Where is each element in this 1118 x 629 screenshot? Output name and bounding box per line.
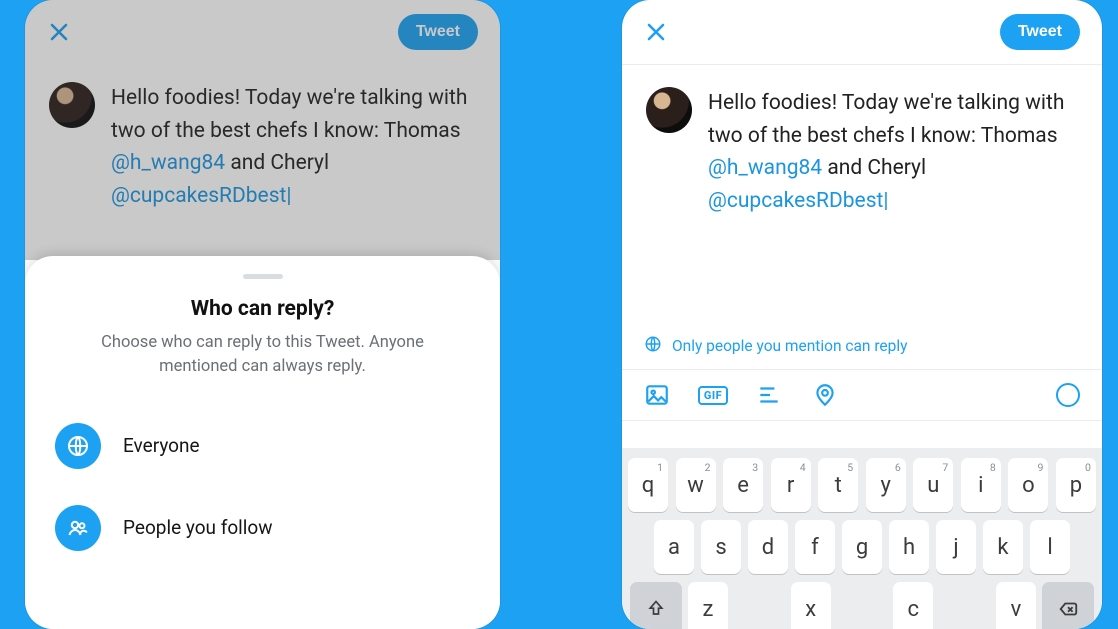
globe-icon — [644, 335, 662, 357]
compose-text-seg1: Hello foodies! Today we're talking with … — [111, 86, 467, 143]
poll-icon[interactable] — [756, 382, 782, 408]
close-icon[interactable] — [47, 20, 71, 44]
compose-text[interactable]: Hello foodies! Today we're talking with … — [708, 87, 1078, 217]
mention-cupcakes[interactable]: @cupcakesRDbest — [708, 189, 883, 213]
header: Tweet — [25, 0, 500, 60]
mention-h-wang[interactable]: @h_wang84 — [708, 156, 822, 180]
key-hint: 9 — [1037, 461, 1043, 474]
reply-sheet: Who can reply? Choose who can reply to t… — [25, 256, 500, 629]
key-u[interactable]: u7 — [913, 458, 953, 512]
sheet-title: Who can reply? — [49, 297, 476, 321]
key-a[interactable]: a — [654, 520, 694, 574]
text-cursor: | — [286, 184, 291, 208]
shift-key[interactable] — [630, 582, 682, 629]
option-everyone[interactable]: Everyone — [49, 405, 476, 487]
avatar — [49, 82, 95, 128]
keyboard-row-2: asdfghjkl — [626, 516, 1098, 578]
compose-text[interactable]: Hello foodies! Today we're talking with … — [111, 82, 476, 212]
key-q[interactable]: q1 — [628, 458, 668, 512]
tweet-button[interactable]: Tweet — [398, 14, 478, 50]
key-hint: 6 — [895, 461, 901, 474]
key-r[interactable]: r4 — [771, 458, 811, 512]
key-z[interactable]: z — [688, 582, 728, 629]
key-x[interactable]: x — [791, 582, 831, 629]
mention-cupcakes[interactable]: @cupcakesRDbest — [111, 184, 286, 208]
avatar — [646, 87, 692, 133]
compose-text-seg1: Hello foodies! Today we're talking with … — [708, 91, 1064, 148]
key-j[interactable]: j — [936, 520, 976, 574]
gif-icon[interactable]: GIF — [700, 382, 726, 408]
reply-permission-label: Only people you mention can reply — [672, 337, 907, 355]
keyboard-row-3: zxcv — [626, 578, 1098, 629]
header: Tweet — [622, 0, 1102, 60]
key-e[interactable]: e3 — [723, 458, 763, 512]
image-icon[interactable] — [644, 382, 670, 408]
phone-right: Tweet Hello foodies! Today we're talking… — [622, 0, 1102, 629]
key-k[interactable]: k — [983, 520, 1023, 574]
key-y[interactable]: y6 — [866, 458, 906, 512]
char-count-circle — [1056, 383, 1080, 407]
key-hint: 7 — [942, 461, 948, 474]
backspace-key[interactable] — [1042, 582, 1094, 629]
text-cursor: | — [883, 189, 888, 213]
key-w[interactable]: w2 — [676, 458, 716, 512]
key-hint: 5 — [847, 461, 853, 474]
key-hint: 0 — [1085, 461, 1091, 474]
sheet-grabber[interactable] — [243, 274, 283, 279]
key-o[interactable]: o9 — [1008, 458, 1048, 512]
compose-text-seg2: and Cheryl — [225, 151, 329, 175]
keyboard: q1w2e3r4t5y6u7i8o9p0 asdfghjkl z x c v — [622, 448, 1102, 629]
key-g[interactable]: g — [842, 520, 882, 574]
phone-left: Tweet Hello foodies! Today we're talking… — [25, 0, 500, 629]
key-h[interactable]: h — [889, 520, 929, 574]
key-c[interactable]: c — [893, 582, 933, 629]
key-hint: 8 — [990, 461, 996, 474]
location-icon[interactable] — [812, 382, 838, 408]
key-l[interactable]: l — [1030, 520, 1070, 574]
key-t[interactable]: t5 — [818, 458, 858, 512]
key-v[interactable]: v — [996, 582, 1036, 629]
key-hint: 3 — [752, 461, 758, 474]
compose-area: Hello foodies! Today we're talking with … — [622, 65, 1102, 227]
key-s[interactable]: s — [701, 520, 741, 574]
option-everyone-label: Everyone — [123, 434, 200, 457]
option-people-you-follow[interactable]: People you follow — [49, 487, 476, 569]
key-f[interactable]: f — [795, 520, 835, 574]
compose-area: Hello foodies! Today we're talking with … — [25, 60, 500, 222]
people-icon — [55, 505, 101, 551]
globe-icon — [55, 423, 101, 469]
key-hint: 1 — [657, 461, 663, 474]
key-p[interactable]: p0 — [1056, 458, 1096, 512]
keyboard-row-1: q1w2e3r4t5y6u7i8o9p0 — [626, 454, 1098, 516]
compose-text-seg2: and Cheryl — [822, 156, 926, 180]
sheet-options: Everyone People you follow — [49, 405, 476, 569]
compose-toolbar: GIF — [622, 370, 1102, 421]
tweet-button[interactable]: Tweet — [1000, 14, 1080, 50]
gif-label: GIF — [698, 386, 728, 405]
key-hint: 2 — [705, 461, 711, 474]
mention-h-wang[interactable]: @h_wang84 — [111, 151, 225, 175]
sheet-subtitle: Choose who can reply to this Tweet. Anyo… — [49, 331, 476, 379]
option-follow-label: People you follow — [123, 516, 273, 539]
reply-permission-row[interactable]: Only people you mention can reply — [622, 323, 1102, 370]
close-icon[interactable] — [644, 20, 668, 44]
key-d[interactable]: d — [748, 520, 788, 574]
key-hint: 4 — [800, 461, 806, 474]
key-i[interactable]: i8 — [961, 458, 1001, 512]
